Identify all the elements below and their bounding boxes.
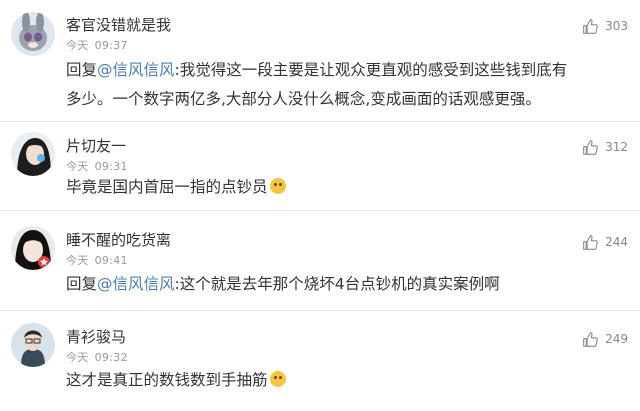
comment-timestamp: 今天 09:41 (66, 254, 128, 267)
thumbs-up-icon (583, 331, 598, 347)
thumbs-up-icon (583, 18, 598, 34)
avatar[interactable] (11, 12, 55, 56)
comment-text-line: :这个就是去年那个烧坏4台点钞机的真实案例啊 (174, 275, 500, 293)
username[interactable]: 睡不醒的吃货离 (66, 229, 171, 250)
comment-timestamp: 今天 09:32 (66, 351, 128, 364)
mention-link[interactable]: @信风信风 (97, 61, 175, 79)
like-button[interactable]: 303 (582, 16, 628, 36)
avatar[interactable] (11, 323, 55, 367)
like-count: 249 (605, 332, 628, 346)
like-button[interactable]: 249 (582, 329, 628, 349)
comment-text: 这才是真正的数钱数到手抽筋 (66, 366, 626, 395)
avatar[interactable] (11, 132, 55, 176)
grin-emoji-icon (269, 178, 286, 194)
divider (0, 210, 640, 211)
comment-text-line: 这才是真正的数钱数到手抽筋 (66, 371, 268, 389)
comment-text: 回复@信风信风:我觉得这一段主要是让观众更直观的感受到这些钱到底有 多少。一个数… (66, 56, 626, 114)
like-button[interactable]: 312 (582, 137, 628, 157)
comment-text-line: 毕竟是国内首屈一指的点钞员 (66, 178, 268, 196)
divider (0, 121, 640, 122)
like-button[interactable]: 244 (582, 232, 628, 252)
divider (0, 310, 640, 311)
like-count: 244 (605, 235, 628, 249)
reply-prefix: 回复 (66, 275, 98, 293)
username[interactable]: 青衫骏马 (66, 326, 126, 347)
username[interactable]: 片切友一 (66, 135, 126, 156)
like-count: 303 (605, 19, 628, 33)
username[interactable]: 客官没错就是我 (66, 14, 171, 35)
comment-timestamp: 今天 09:31 (66, 160, 128, 173)
like-count: 312 (605, 140, 628, 154)
comment-text-line: 多少。一个数字两亿多,大部分人没什么概念,变成画面的话观感更强。 (66, 90, 541, 108)
comment-text-line: :我觉得这一段主要是让观众更直观的感受到这些钱到底有 (174, 61, 568, 79)
grin-emoji-icon (269, 371, 286, 387)
comment-text: 回复@信风信风:这个就是去年那个烧坏4台点钞机的真实案例啊 (66, 270, 626, 299)
avatar[interactable] (11, 226, 55, 270)
comment-text: 毕竟是国内首屈一指的点钞员 (66, 173, 626, 202)
mention-link[interactable]: @信风信风 (97, 275, 175, 293)
reply-prefix: 回复 (66, 61, 98, 79)
thumbs-up-icon (583, 139, 598, 155)
thumbs-up-icon (583, 234, 598, 250)
comment-timestamp: 今天 09:37 (66, 39, 128, 52)
